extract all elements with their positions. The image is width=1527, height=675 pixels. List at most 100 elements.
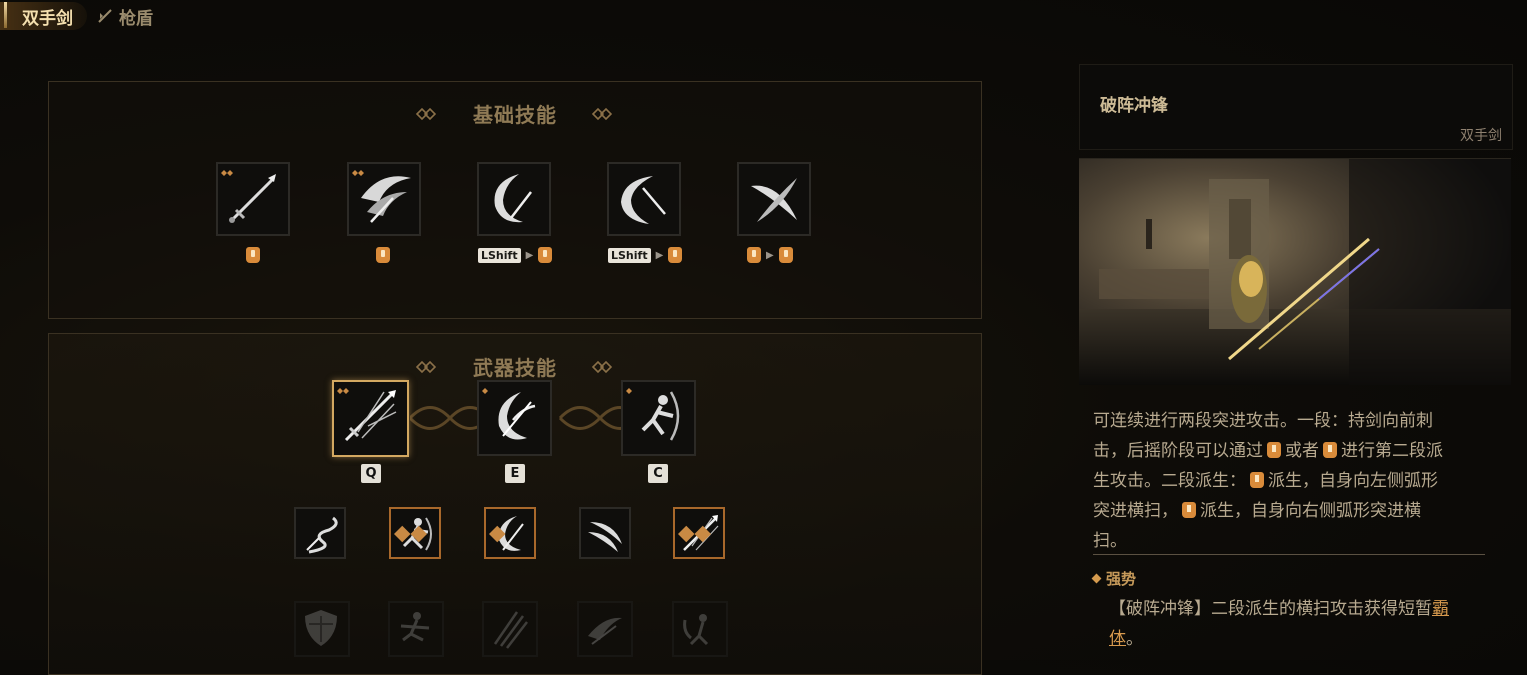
locked-skill-1[interactable] [294,601,350,657]
tab-two-handed-sword[interactable]: 双手剑 [0,2,87,30]
rank-diamond-icon [482,388,488,394]
lshift-key: LShift [478,247,521,263]
rank-diamonds-icon [221,170,233,176]
desc-text: 击，后摇阶段可以通过 [1093,441,1263,461]
secondary-skill-1[interactable] [294,507,346,559]
desc-text: 生攻击。二段派生： [1093,471,1246,491]
trait-heading: 强势 [1091,568,1137,589]
detail-divider [1093,554,1485,555]
arrow-right-icon: ▶ [655,249,664,261]
detail-header: 破阵冲锋 双手剑 [1079,64,1513,150]
desc-line-3: 生攻击。二段派生： 派生，自身向左侧弧形 [1093,466,1483,496]
claw-slash-icon [588,522,622,552]
spear-shield-icon [98,9,112,23]
basic-skill-5-keys: ▶ [747,246,793,264]
weapon-skills-title: 武器技能 [473,356,557,380]
trait-line-2: 体。 [1109,624,1489,654]
rank-diamonds-icon [394,525,427,543]
crescent-sword-down-icon [621,176,666,224]
arrow-right-icon: ▶ [766,249,774,261]
trait-text: 【破阵冲锋】二段派生的横扫攻击获得短暂 [1109,599,1432,619]
kneeling-guard-icon [400,612,430,642]
basic-skill-3-keys: LShift ▶ [478,246,553,264]
locked-skill-3[interactable] [482,601,538,657]
trait-text: 。 [1126,629,1143,649]
secondary-skill-5[interactable] [673,507,725,559]
hotkey-q: Q [361,464,381,483]
locked-skill-5[interactable] [672,601,728,657]
hotkey-e: E [505,464,525,483]
rank-diamonds-icon [678,525,711,543]
weapon-skill-q[interactable] [332,380,409,457]
trait-description: 【破阵冲锋】二段派生的横扫攻击获得短暂霸 体。 [1109,594,1489,654]
basic-skills-header: 基础技能 [49,99,981,128]
rank-diamond-icon [626,388,632,394]
hotkey-c: C [648,464,668,483]
basic-skill-4-keys: LShift ▶ [608,246,683,264]
weapon-skills-header: 武器技能 [49,352,981,381]
desc-line-5: 扫。 [1093,526,1483,556]
serpent-blade-icon [306,516,338,554]
basic-skill-3[interactable] [477,162,551,236]
triple-slash-icon [493,611,528,649]
ornament-left-icon [415,107,437,120]
mouse-left-icon [747,247,761,263]
mouse-right-icon [1323,442,1337,458]
desc-text: 派生，自身向右侧弧形突进横 [1200,501,1421,521]
desc-text: 突进横扫， [1093,501,1178,521]
weapon-tabs: 双手剑 枪盾 [0,0,167,32]
secondary-skill-3[interactable] [484,507,536,559]
rank-diamonds-icon [337,388,349,394]
basic-skill-1-keys [246,246,260,264]
trait-line-1: 【破阵冲锋】二段派生的横扫攻击获得短暂霸 [1109,594,1489,624]
desc-text: 或者 [1285,441,1319,461]
skill-preview-image [1079,158,1511,385]
locked-skill-4[interactable] [577,601,633,657]
trait-keyword[interactable]: 体 [1109,629,1126,649]
trait-diamond-icon [1091,573,1102,584]
basic-skill-1[interactable] [216,162,290,236]
trait-keyword[interactable]: 霸 [1432,599,1449,619]
desc-line-2: 击，后摇阶段可以通过 或者 进行第二段派 [1093,436,1483,466]
mouse-left-icon [376,247,390,263]
basic-skill-4[interactable] [607,162,681,236]
desc-text: 扫。 [1093,531,1127,551]
cross-slash-icon [751,178,797,222]
warrior-ward-icon [683,614,709,646]
weapon-skill-e[interactable] [477,380,552,456]
desc-text: 进行第二段派 [1341,441,1443,461]
mouse-right-icon [778,247,793,263]
desc-text: 派生，自身向左侧弧形 [1268,471,1438,491]
skill-description: 可连续进行两段突进攻击。一段：持剑向前刺 击，后摇阶段可以通过 或者 进行第二段派 … [1093,406,1483,556]
locked-skill-2[interactable] [388,601,444,657]
crescent-sword-icon [494,174,532,223]
basic-skill-2[interactable] [347,162,421,236]
skill-detail-panel: 破阵冲锋 双手剑 可连续进行两段突进攻击。一段：持剑向前刺 击，后摇阶段可以通过… [1079,64,1513,664]
mouse-left-icon [1250,472,1264,488]
desc-line-1: 可连续进行两段突进攻击。一段：持剑向前刺 [1093,406,1483,436]
tab-spear-shield[interactable]: 枪盾 [87,2,167,30]
dash-slash-icon [588,617,622,645]
ornament-right-icon [591,360,613,373]
desc-line-4: 突进横扫， 派生，自身向右侧弧形突进横 [1093,496,1483,526]
secondary-skill-4[interactable] [579,507,631,559]
weapon-skill-c[interactable] [621,380,696,456]
desc-text: 可连续进行两段突进攻击。一段：持剑向前刺 [1093,411,1433,431]
trait-title: 强势 [1106,570,1137,588]
basic-skills-title: 基础技能 [473,103,557,127]
ornament-left-icon [415,360,437,373]
mouse-left-icon [246,247,260,263]
lshift-key: LShift [608,247,651,263]
mouse-right-icon [668,247,683,263]
secondary-skill-2[interactable] [389,507,441,559]
shield-icon [305,610,337,646]
arrow-right-icon: ▶ [525,249,534,261]
tab-label: 双手剑 [22,8,73,29]
rank-diamonds-icon [352,170,364,176]
skill-preview-scene [1079,159,1511,385]
basic-skill-5[interactable] [737,162,811,236]
detail-weapon: 双手剑 [1460,128,1502,144]
mouse-left-icon [1267,442,1281,458]
mouse-left-icon [538,247,553,263]
ornament-right-icon [591,107,613,120]
